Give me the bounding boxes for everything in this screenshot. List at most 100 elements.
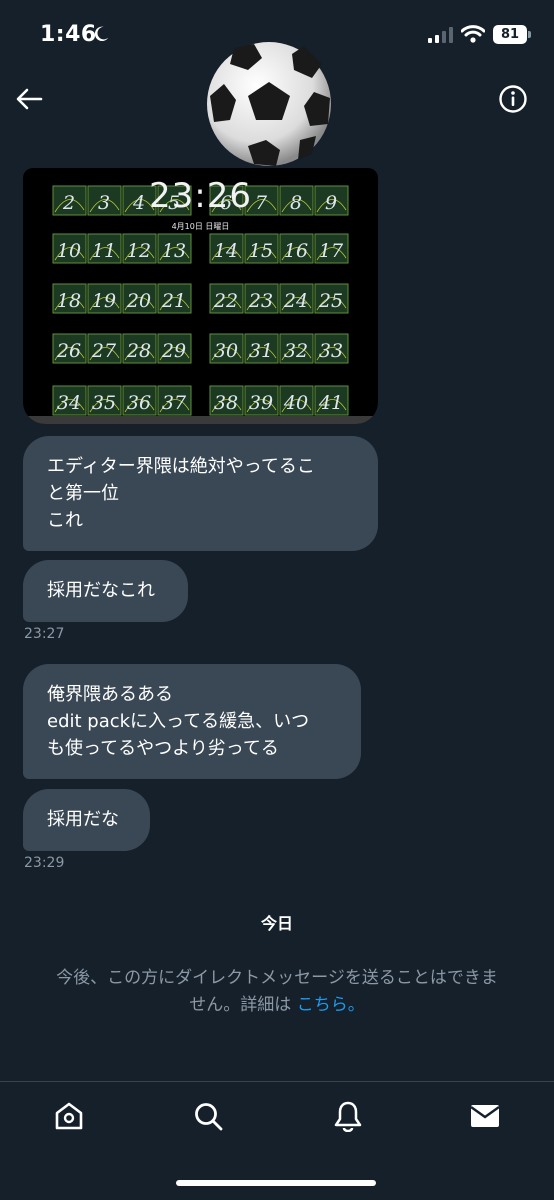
grid-number: 20: [126, 290, 151, 312]
grid-cell: 30: [209, 333, 244, 364]
grid-number: 38: [214, 392, 238, 414]
message-line: と第一位: [47, 483, 119, 504]
grid-cell: 15: [244, 233, 279, 264]
grid-cell: 10: [52, 233, 87, 264]
grid-number: 27: [91, 340, 117, 362]
moon-icon: [94, 26, 109, 42]
message-line: 採用だなこれ: [47, 580, 155, 601]
grid-number: 17: [319, 240, 344, 262]
message-bubble[interactable]: 採用だなこれ: [23, 560, 188, 622]
grid-number: 12: [127, 240, 151, 262]
back-button[interactable]: [14, 84, 44, 114]
grid-number: 13: [162, 240, 186, 262]
grid-cell: 40: [279, 385, 314, 416]
grid-number: 29: [161, 340, 186, 362]
grid-number: 32: [284, 340, 308, 362]
grid-number: 30: [214, 340, 238, 362]
grid-number: 36: [127, 392, 151, 414]
message-line: 採用だな: [47, 809, 119, 830]
grid-number: 18: [57, 290, 81, 312]
grid-cell: 41: [314, 385, 349, 416]
notice-link[interactable]: こちら。: [297, 995, 365, 1015]
grid-number: 24: [283, 290, 308, 312]
notice-text: せん。詳細は: [189, 995, 292, 1015]
battery-tip: [528, 31, 531, 38]
media-clock: 23:26: [149, 176, 252, 216]
grid-number: 41: [318, 392, 343, 414]
grid-number: 16: [284, 240, 308, 262]
home-icon[interactable]: [53, 1100, 85, 1132]
grid-cell: 35: [87, 385, 122, 416]
nav-divider: [0, 1081, 554, 1082]
mail-icon[interactable]: [469, 1100, 501, 1132]
battery-icon: 81: [493, 25, 527, 44]
message-line: これ: [47, 510, 83, 531]
day-separator: 今日: [260, 914, 293, 933]
grid-number: 11: [92, 240, 116, 262]
grid-number: 22: [213, 290, 238, 312]
grid-cell: 29: [157, 333, 192, 364]
grid-cell: 13: [157, 233, 192, 264]
message-line: 俺界隈あるある: [47, 684, 173, 705]
grid-cell: 24: [279, 283, 314, 314]
grid-number: 39: [249, 392, 273, 414]
grid-cell: 14: [209, 233, 244, 264]
grid-cell: 16: [279, 233, 314, 264]
dm-restriction-notice: 今後、この方にダイレクトメッセージを送ることはできま せん。詳細は こちら。: [14, 965, 540, 1019]
message-line: エディター界隈は絶対やってるこ: [47, 456, 315, 477]
wifi-icon: [461, 25, 485, 43]
grid-number: 15: [249, 240, 273, 262]
media-image[interactable]: 2 3 4 5 6 7 8 9 10 11 12 13 14 15 16 17 18 19 20 21 22 23 24 25…: [23, 168, 378, 424]
message-bubble[interactable]: 俺界隈あるある edit packに入ってる緩急、いつ も使ってるやつより劣って…: [23, 664, 361, 779]
grid-number: 19: [92, 290, 116, 312]
grid-cell: 38: [209, 385, 244, 416]
message-time: 23:29: [24, 855, 65, 871]
grid-cell: 33: [314, 333, 349, 364]
grid-number: 28: [126, 340, 151, 362]
message-bubble[interactable]: 採用だな: [23, 789, 150, 851]
status-time: 1:46: [40, 22, 97, 47]
grid-cell: 36: [122, 385, 157, 416]
grid-cell: 12: [122, 233, 157, 264]
info-button[interactable]: [498, 84, 528, 114]
grid-number: 33: [319, 340, 343, 362]
avatar[interactable]: [204, 40, 334, 168]
grid-cell: 23: [244, 283, 279, 314]
notice-line-2: せん。詳細は こちら。: [14, 992, 540, 1019]
message-bubble[interactable]: エディター界隈は絶対やってるこ と第一位 これ: [23, 436, 378, 551]
grid-cell: 28: [122, 333, 157, 364]
grid-number: 26: [56, 340, 81, 362]
grid-number: 40: [283, 392, 308, 414]
grid-cell: 18: [52, 283, 87, 314]
message-line: edit packに入ってる緩急、いつ: [47, 711, 310, 732]
grid-cell: 32: [279, 333, 314, 364]
grid-number: 31: [249, 340, 273, 362]
grid-cell: 21: [157, 283, 192, 314]
grid-number: 37: [162, 392, 187, 414]
grid-number: 14: [214, 240, 238, 262]
grid-cell: 20: [122, 283, 157, 314]
grid-cell: 39: [244, 385, 279, 416]
grid-cell: 37: [157, 385, 192, 416]
grid-number: 34: [57, 392, 81, 414]
home-indicator: [176, 1180, 376, 1186]
grid-cell: 25: [314, 283, 349, 314]
grid-cell: 31: [244, 333, 279, 364]
message-line: も使ってるやつより劣ってる: [47, 738, 279, 759]
grid-number: 21: [161, 290, 186, 312]
bell-icon[interactable]: [332, 1100, 364, 1132]
message-time: 23:27: [24, 626, 65, 642]
media-date: 4月10日 日曜日: [171, 222, 230, 231]
grid-cell: 19: [87, 283, 122, 314]
grid-cell: 27: [87, 333, 122, 364]
grid-cell: 22: [209, 283, 244, 314]
grid-cell: 26: [52, 333, 87, 364]
grid-number: 23: [248, 290, 273, 312]
grid-cell: 11: [87, 233, 122, 264]
grid-cell: 34: [52, 385, 87, 416]
grid-number: 35: [92, 392, 116, 414]
media-bottom-bar: [23, 416, 378, 424]
signal-icon: [428, 27, 453, 43]
search-icon[interactable]: [192, 1100, 224, 1132]
grid-number: 25: [318, 290, 343, 312]
